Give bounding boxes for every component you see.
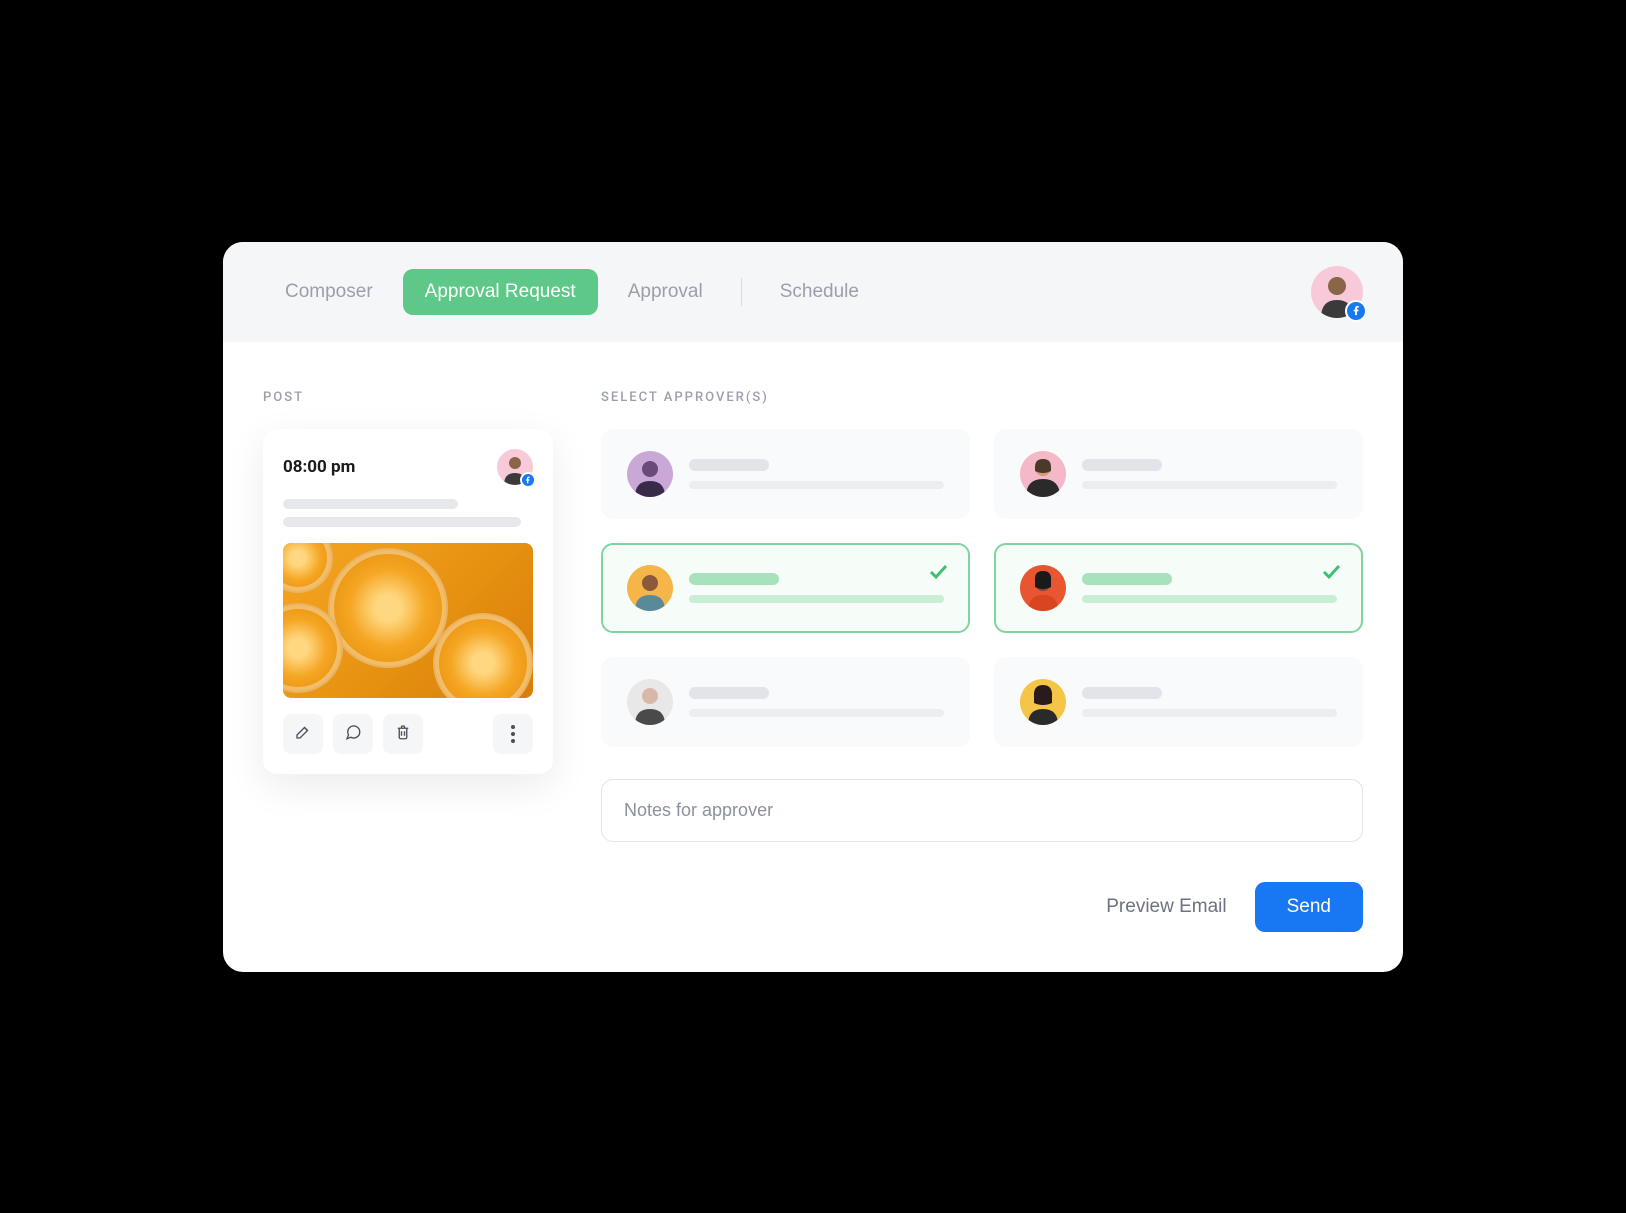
post-text-skeleton bbox=[283, 499, 458, 509]
edit-button[interactable] bbox=[283, 714, 323, 754]
approver-card[interactable] bbox=[994, 657, 1363, 747]
approver-text-skeleton bbox=[1082, 459, 1337, 489]
preview-email-button[interactable]: Preview Email bbox=[1106, 896, 1226, 918]
trash-icon bbox=[394, 723, 412, 744]
approver-avatar bbox=[1020, 679, 1066, 725]
approver-avatar bbox=[627, 565, 673, 611]
approver-card[interactable] bbox=[601, 657, 970, 747]
tab-schedule[interactable]: Schedule bbox=[758, 269, 881, 315]
pencil-icon bbox=[294, 723, 312, 744]
send-button[interactable]: Send bbox=[1255, 882, 1363, 932]
post-column: POST 08:00 pm bbox=[263, 390, 553, 842]
tab-approval-request[interactable]: Approval Request bbox=[403, 269, 598, 315]
dots-vertical-icon bbox=[511, 725, 515, 743]
user-avatar[interactable] bbox=[1311, 266, 1363, 318]
approver-text-skeleton bbox=[1082, 687, 1337, 717]
post-card: 08:00 pm bbox=[263, 429, 553, 774]
comment-button[interactable] bbox=[333, 714, 373, 754]
footer: Preview Email Send bbox=[223, 882, 1403, 972]
post-image bbox=[283, 543, 533, 698]
check-icon bbox=[926, 559, 950, 587]
post-header: 08:00 pm bbox=[283, 449, 533, 485]
content: POST 08:00 pm bbox=[223, 342, 1403, 882]
more-button[interactable] bbox=[493, 714, 533, 754]
approver-text-skeleton bbox=[689, 687, 944, 717]
delete-button[interactable] bbox=[383, 714, 423, 754]
approver-grid bbox=[601, 429, 1363, 747]
approver-avatar bbox=[627, 679, 673, 725]
approver-avatar bbox=[1020, 565, 1066, 611]
approver-card[interactable] bbox=[601, 429, 970, 519]
chat-icon bbox=[344, 723, 362, 744]
approvers-section-label: SELECT APPROVER(S) bbox=[601, 390, 1363, 405]
check-icon bbox=[1319, 559, 1343, 587]
tab-approval[interactable]: Approval bbox=[606, 269, 725, 315]
post-time: 08:00 pm bbox=[283, 457, 355, 477]
facebook-icon bbox=[1345, 300, 1367, 322]
approver-text-skeleton bbox=[689, 573, 944, 603]
post-section-label: POST bbox=[263, 390, 553, 405]
post-text-skeleton bbox=[283, 517, 521, 527]
tabs: Composer Approval Request Approval Sched… bbox=[263, 269, 881, 315]
approver-card[interactable] bbox=[601, 543, 970, 633]
approver-card[interactable] bbox=[994, 429, 1363, 519]
approver-avatar bbox=[1020, 451, 1066, 497]
tab-composer[interactable]: Composer bbox=[263, 269, 395, 315]
header: Composer Approval Request Approval Sched… bbox=[223, 242, 1403, 342]
approver-text-skeleton bbox=[1082, 573, 1337, 603]
facebook-icon bbox=[520, 472, 536, 488]
approver-avatar bbox=[627, 451, 673, 497]
approvers-column: SELECT APPROVER(S) bbox=[601, 390, 1363, 842]
approver-text-skeleton bbox=[689, 459, 944, 489]
post-avatar bbox=[497, 449, 533, 485]
notes-input[interactable] bbox=[601, 779, 1363, 842]
approver-card[interactable] bbox=[994, 543, 1363, 633]
app-window: Composer Approval Request Approval Sched… bbox=[223, 242, 1403, 972]
post-actions bbox=[283, 714, 533, 754]
tab-divider bbox=[741, 278, 742, 306]
